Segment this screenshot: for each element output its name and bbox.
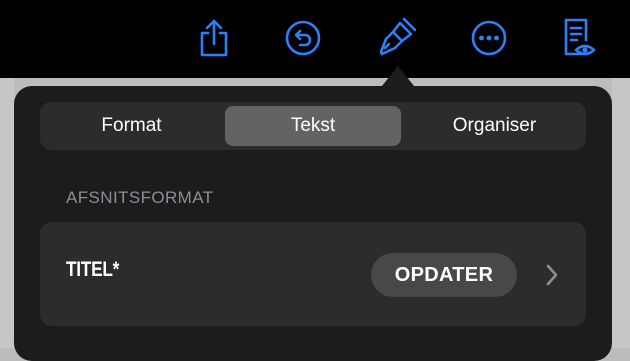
undo-icon[interactable] xyxy=(283,16,323,60)
section-header-paragraph-style: AFSNITSFORMAT xyxy=(66,188,214,207)
tab-organiser[interactable]: Organiser xyxy=(407,106,582,146)
paragraph-style-name: TITEL* xyxy=(66,258,120,281)
document-page-edge-left xyxy=(0,78,14,348)
tab-format[interactable]: Format xyxy=(44,106,219,146)
tab-format-label: Format xyxy=(101,115,162,136)
popover-arrow xyxy=(382,66,414,86)
format-tab-control: Format Tekst Organiser xyxy=(40,102,586,150)
more-icon[interactable] xyxy=(469,16,509,60)
tab-tekst-label: Tekst xyxy=(290,115,336,136)
document-page-edge-right xyxy=(612,78,630,348)
update-style-button[interactable]: OPDATER xyxy=(371,253,517,297)
share-icon[interactable] xyxy=(194,16,234,60)
tab-tekst[interactable]: Tekst xyxy=(225,106,401,146)
toolbar xyxy=(0,0,630,78)
reader-view-icon[interactable] xyxy=(558,16,598,60)
format-brush-icon[interactable] xyxy=(376,16,416,60)
chevron-right-icon[interactable] xyxy=(545,263,559,287)
tab-organiser-label: Organiser xyxy=(452,115,537,136)
paragraph-style-row[interactable]: TITEL* OPDATER xyxy=(40,222,586,326)
